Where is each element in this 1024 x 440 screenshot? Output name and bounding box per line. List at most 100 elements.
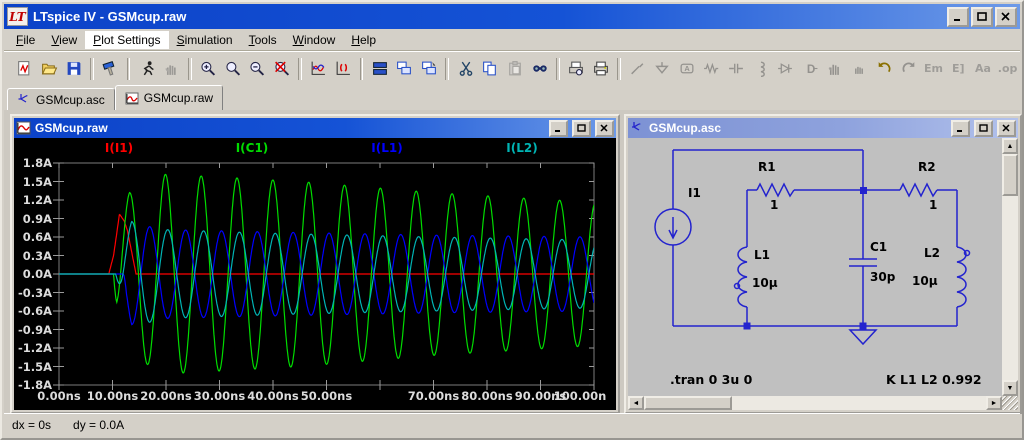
zoom-in-button[interactable] xyxy=(196,56,221,82)
place-component-icon: D xyxy=(801,60,819,77)
undo-button[interactable] xyxy=(872,56,897,82)
copy-button[interactable] xyxy=(478,56,503,82)
waveform-close-button[interactable] xyxy=(595,120,614,137)
plot-svg[interactable] xyxy=(14,138,616,410)
waveform-minimize-button[interactable] xyxy=(549,120,568,137)
menu-help[interactable]: Help xyxy=(343,31,384,49)
place-resistor-button xyxy=(699,56,724,82)
paste-button xyxy=(503,56,528,82)
title-bar[interactable]: LT LTspice IV - GSMcup.raw xyxy=(4,4,1020,29)
tile-vertical-button[interactable] xyxy=(392,56,417,82)
waveform-plot-area[interactable]: I(I1)I(C1)I(L1)I(L2)1.8A1.5A1.2A0.9A0.6A… xyxy=(14,138,616,410)
horizontal-scroll-thumb[interactable] xyxy=(644,396,732,410)
status-dy: dy = 0.0A xyxy=(73,418,124,432)
zoom-full-extents-button[interactable] xyxy=(270,56,295,82)
value-r1[interactable]: 1 xyxy=(770,198,778,212)
scroll-left-button[interactable]: ◄ xyxy=(628,396,644,410)
toolbar-separator xyxy=(445,58,449,80)
menu-window[interactable]: Window xyxy=(285,31,344,49)
run-simulation-button[interactable] xyxy=(134,56,159,82)
print-preview-button[interactable] xyxy=(564,56,589,82)
schematic-minimize-button[interactable] xyxy=(951,120,970,137)
spice-directive-tran[interactable]: .tran 0 3u 0 xyxy=(670,372,752,387)
value-r2[interactable]: 1 xyxy=(929,198,937,212)
value-l1[interactable]: 10µ xyxy=(752,276,778,290)
new-schematic-button[interactable] xyxy=(12,56,37,82)
tab-label: GSMcup.asc xyxy=(36,93,105,107)
print-button[interactable] xyxy=(588,56,613,82)
scroll-down-button[interactable]: ▼ xyxy=(1002,380,1018,396)
waveform-icon xyxy=(125,92,139,105)
find-button[interactable] xyxy=(527,56,552,82)
zoom-out-button[interactable] xyxy=(245,56,270,82)
redo-icon xyxy=(900,60,918,77)
y-tick-label: -0.3A xyxy=(14,286,52,300)
y-tick-label: -0.9A xyxy=(14,323,52,337)
open-file-button[interactable] xyxy=(37,56,62,82)
cut-button[interactable] xyxy=(453,56,478,82)
tile-vertical-icon xyxy=(395,60,413,77)
value-l2[interactable]: 10µ xyxy=(912,274,938,288)
tab-bar: GSMcup.asc GSMcup.raw xyxy=(4,85,1020,110)
menu-view[interactable]: View xyxy=(43,31,85,49)
print-icon xyxy=(592,60,610,77)
zoom-to-fit-plot-icon xyxy=(334,60,352,77)
label-r2[interactable]: R2 xyxy=(918,160,936,174)
control-panel-hammer-button[interactable] xyxy=(98,56,123,82)
menu-plot-settings[interactable]: Plot Settings xyxy=(85,31,168,49)
value-c1[interactable]: 30p xyxy=(870,270,895,284)
waveform-maximize-button[interactable] xyxy=(572,120,591,137)
coupling-statement[interactable]: K L1 L2 0.992 xyxy=(886,372,982,387)
label-r1[interactable]: R1 xyxy=(758,160,776,174)
junction-node xyxy=(744,323,751,330)
junction-node xyxy=(860,187,867,194)
new-schematic-icon xyxy=(15,60,33,77)
schematic-maximize-button[interactable] xyxy=(974,120,993,137)
scroll-up-button[interactable]: ▲ xyxy=(1002,138,1018,154)
schematic-window-titlebar[interactable]: GSMcup.asc xyxy=(628,118,1018,138)
menu-file[interactable]: File xyxy=(8,31,43,49)
legend-I(I1)[interactable]: I(I1) xyxy=(105,141,133,155)
label-l1[interactable]: L1 xyxy=(754,248,770,262)
move-icon xyxy=(826,60,844,77)
toolbar-separator xyxy=(127,58,131,80)
save-button[interactable] xyxy=(61,56,86,82)
status-dx: dx = 0s xyxy=(12,418,51,432)
legend-I(C1)[interactable]: I(C1) xyxy=(236,141,269,155)
paste-icon xyxy=(506,60,524,77)
schematic-close-button[interactable] xyxy=(997,120,1016,137)
place-diode-icon xyxy=(776,60,794,77)
inductor-l1 xyxy=(738,247,747,307)
tab-gsmcup.raw[interactable]: GSMcup.raw xyxy=(115,85,223,110)
window-controls xyxy=(947,7,1017,27)
maximize-button[interactable] xyxy=(971,7,993,27)
label-i1[interactable]: I1 xyxy=(688,186,701,200)
place-ground-button xyxy=(650,56,675,82)
zoom-to-fit-plot-button[interactable] xyxy=(331,56,356,82)
resize-grip[interactable] xyxy=(1002,396,1018,410)
label-c1[interactable]: C1 xyxy=(870,240,887,254)
zoom-back-button[interactable] xyxy=(220,56,245,82)
minimize-button[interactable] xyxy=(947,7,969,27)
tab-gsmcup.asc[interactable]: GSMcup.asc xyxy=(7,88,115,110)
label-l2[interactable]: L2 xyxy=(924,246,940,260)
app-icon: LT xyxy=(7,7,28,26)
legend-I(L1)[interactable]: I(L1) xyxy=(371,141,402,155)
redo-button xyxy=(897,56,922,82)
menu-tools[interactable]: Tools xyxy=(241,31,285,49)
y-tick-label: 0.0A xyxy=(14,267,52,281)
scroll-right-button[interactable]: ► xyxy=(986,396,1002,410)
autorange-plot-button[interactable] xyxy=(306,56,331,82)
schematic-canvas[interactable]: I1 R1 1 R2 1 L1 10µ C1 30p L2 10µ .tran … xyxy=(628,138,1018,410)
close-button[interactable] xyxy=(995,7,1017,27)
waveform-window-titlebar[interactable]: GSMcup.raw xyxy=(14,118,616,138)
menu-simulation[interactable]: Simulation xyxy=(169,31,241,49)
vertical-scroll-thumb[interactable] xyxy=(1002,154,1018,196)
tile-horizontal-button[interactable] xyxy=(367,56,392,82)
zoom-full-extents-icon xyxy=(273,60,291,77)
tab-label: GSMcup.raw xyxy=(144,91,213,105)
place-inductor-button xyxy=(748,56,773,82)
toolbar-separator xyxy=(298,58,302,80)
legend-I(L2)[interactable]: I(L2) xyxy=(506,141,537,155)
cascade-windows-button[interactable] xyxy=(417,56,442,82)
